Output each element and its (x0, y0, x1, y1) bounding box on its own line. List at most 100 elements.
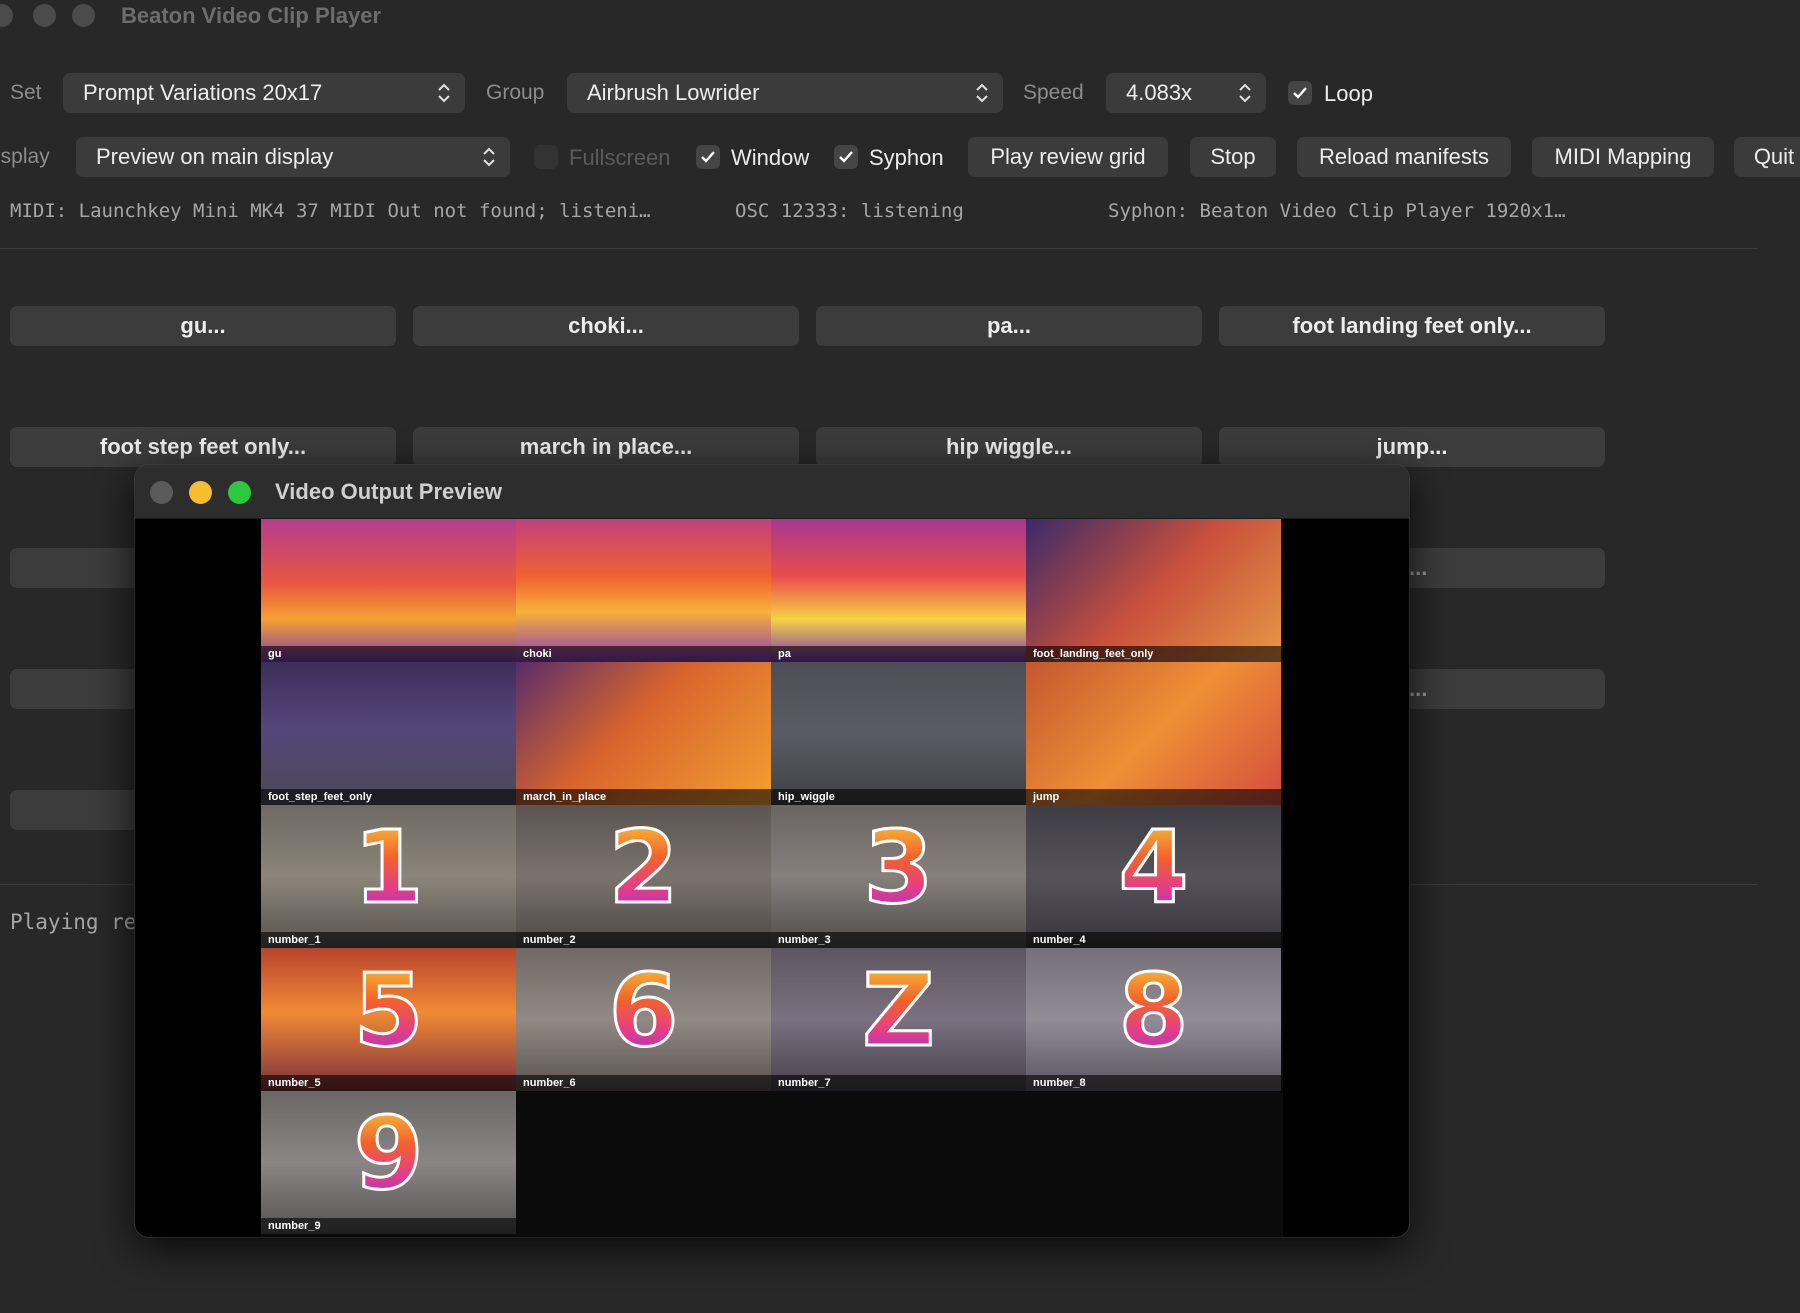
tile-image (516, 519, 771, 662)
tile-caption: gu (261, 646, 516, 662)
tile-image (1026, 519, 1281, 662)
tile-image (516, 662, 771, 805)
preview-minimize-button[interactable] (189, 481, 212, 504)
tile-numeral: 4 (1026, 811, 1281, 924)
speed-label: Speed (1023, 81, 1084, 104)
midi-mapping-button[interactable]: MIDI Mapping (1532, 137, 1714, 177)
up-down-chevron-icon (483, 147, 495, 167)
clip-button[interactable]: jump... (1219, 427, 1605, 467)
tile-caption: march_in_place (516, 789, 771, 805)
tile-numeral: 5 (261, 954, 516, 1067)
up-down-chevron-icon (1239, 83, 1251, 103)
tile-numeral: 2 (516, 811, 771, 924)
tile-caption: number_1 (261, 932, 516, 948)
tile-numeral: 6 (516, 954, 771, 1067)
tile-caption: foot_step_feet_only (261, 789, 516, 805)
set-select[interactable]: Prompt Variations 20x17 (63, 73, 465, 113)
speed-stepper[interactable]: 4.083x (1106, 73, 1266, 113)
quit-button[interactable]: Quit (1734, 137, 1800, 177)
display-select-value: Preview on main display (96, 144, 334, 169)
tile-foot-step-feet-only: foot_step_feet_only (261, 662, 516, 805)
tile-image (261, 662, 516, 805)
tile-caption: number_8 (1026, 1075, 1281, 1091)
preview-title-bar: Video Output Preview (135, 465, 1409, 519)
divider (0, 248, 1758, 249)
tile-image (771, 662, 1026, 805)
group-select[interactable]: Airbrush Lowrider (567, 73, 1003, 113)
preview-zoom-button[interactable] (228, 481, 251, 504)
tile-caption: number_4 (1026, 932, 1281, 948)
reload-manifests-button[interactable]: Reload manifests (1297, 137, 1511, 177)
clip-button[interactable]: foot landing feet only... (1219, 306, 1605, 346)
playing-status: Playing re (10, 910, 137, 934)
clip-button[interactable]: march in place... (413, 427, 799, 467)
tile-numeral: 9 (261, 1097, 516, 1210)
tile-caption: choki (516, 646, 771, 662)
loop-checkbox[interactable] (1288, 81, 1312, 105)
preview-title: Video Output Preview (275, 479, 502, 504)
tile-image (261, 519, 516, 662)
syphon-label: Syphon (869, 145, 944, 170)
tile-caption: pa (771, 646, 1026, 662)
checkmark-icon (839, 151, 853, 163)
clip-button[interactable]: gu... (10, 306, 396, 346)
window-title: Beaton Video Clip Player (121, 3, 382, 28)
syphon-status: Syphon: Beaton Video Clip Player 1920x1… (1108, 200, 1566, 222)
tile-pa: pa (771, 519, 1026, 662)
tile-number-1: 1 number_1 (261, 805, 516, 948)
checkmark-icon (1293, 87, 1307, 99)
minimize-window-button[interactable] (33, 4, 56, 27)
tile-numeral: 1 (261, 811, 516, 924)
speed-value: 4.083x (1126, 80, 1193, 105)
tile-caption: number_5 (261, 1075, 516, 1091)
window-checkbox[interactable] (696, 145, 720, 169)
tile-image (771, 519, 1026, 662)
tile-caption: number_7 (771, 1075, 1026, 1091)
tile-march-in-place: march_in_place (516, 662, 771, 805)
tile-gu: gu (261, 519, 516, 662)
video-output: gu choki pa foot_landing_feet_only foot_step… (135, 519, 1409, 1237)
tile-number-6: 6 number_6 (516, 948, 771, 1091)
osc-status: OSC 12333: listening (735, 200, 964, 222)
set-label: Set (10, 81, 42, 104)
fullscreen-checkbox[interactable] (534, 145, 558, 169)
tile-caption: foot_landing_feet_only (1026, 646, 1281, 662)
checkmark-icon (701, 151, 715, 163)
clip-button[interactable]: foot step feet only... (10, 427, 396, 467)
preview-close-button[interactable] (150, 481, 173, 504)
tile-caption: jump (1026, 789, 1281, 805)
display-label: isplay (0, 145, 50, 168)
stop-button[interactable]: Stop (1190, 137, 1276, 177)
clip-button[interactable]: choki... (413, 306, 799, 346)
window-label: Window (731, 145, 810, 170)
set-select-value: Prompt Variations 20x17 (83, 80, 323, 105)
display-select[interactable]: Preview on main display (76, 137, 510, 177)
tile-jump: jump (1026, 662, 1281, 805)
review-grid: gu choki pa foot_landing_feet_only foot_step… (261, 519, 1283, 1237)
syphon-checkbox[interactable] (834, 145, 858, 169)
tile-foot-landing-feet-only: foot_landing_feet_only (1026, 519, 1281, 662)
tile-image (1026, 662, 1281, 805)
play-review-grid-button[interactable]: Play review grid (968, 137, 1168, 177)
tile-numeral: Z (771, 954, 1026, 1067)
tile-caption: number_3 (771, 932, 1026, 948)
tile-numeral: 3 (771, 811, 1026, 924)
group-label: Group (486, 81, 545, 104)
clip-button[interactable]: pa... (816, 306, 1202, 346)
close-window-button[interactable] (0, 4, 13, 27)
tile-caption: hip_wiggle (771, 789, 1026, 805)
clip-button[interactable]: hip wiggle... (816, 427, 1202, 467)
tile-hip-wiggle: hip_wiggle (771, 662, 1026, 805)
fullscreen-label: Fullscreen (569, 145, 671, 170)
title-bar: Beaton Video Clip Player (0, 0, 1800, 34)
tile-caption: number_6 (516, 1075, 771, 1091)
midi-status: MIDI: Launchkey Mini MK4 37 MIDI Out not… (10, 200, 651, 222)
tile-numeral: 8 (1026, 954, 1281, 1067)
tile-number-5: 5 number_5 (261, 948, 516, 1091)
zoom-window-button[interactable] (72, 4, 95, 27)
tile-number-8: 8 number_8 (1026, 948, 1281, 1091)
group-select-value: Airbrush Lowrider (587, 80, 760, 105)
tile-number-4: 4 number_4 (1026, 805, 1281, 948)
video-output-preview-window: Video Output Preview gu choki pa foot_landi… (135, 465, 1409, 1237)
tile-caption: number_2 (516, 932, 771, 948)
